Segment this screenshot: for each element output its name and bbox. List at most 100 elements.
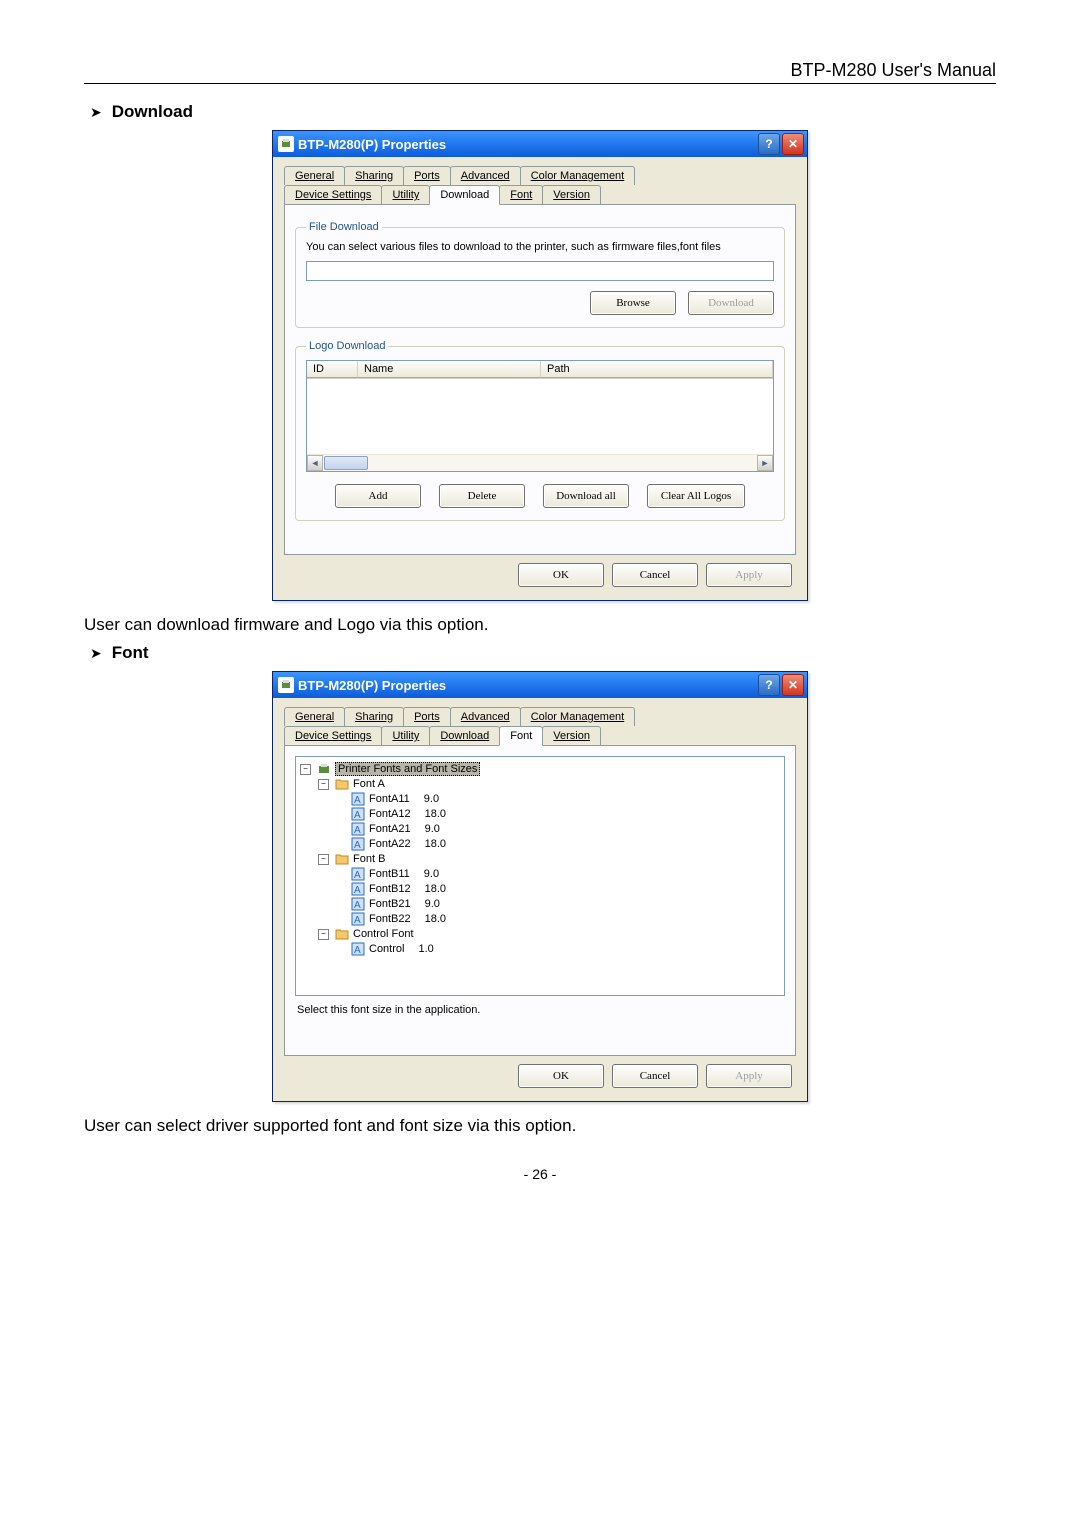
font-name: FontA22 xyxy=(369,838,411,850)
horizontal-scrollbar[interactable]: ◄ ► xyxy=(307,454,773,471)
tab-font[interactable]: Font xyxy=(499,185,543,204)
tree-font-b[interactable]: Font B xyxy=(353,853,385,865)
folder-icon xyxy=(335,852,349,866)
logo-download-legend: Logo Download xyxy=(306,340,388,352)
font-size: 9.0 xyxy=(425,823,440,835)
svg-text:A: A xyxy=(354,900,361,911)
close-button[interactable]: ✕ xyxy=(782,674,804,696)
tree-control-font[interactable]: Control Font xyxy=(353,928,414,940)
collapse-icon[interactable]: − xyxy=(318,929,329,940)
tree-font-a[interactable]: Font A xyxy=(353,778,385,790)
bullet-arrow-icon: ➤ xyxy=(90,104,102,121)
font-size: 18.0 xyxy=(425,883,446,895)
font-tree[interactable]: − Printer Fonts and Font Sizes − xyxy=(295,756,785,996)
download-button[interactable]: Download xyxy=(688,291,774,315)
tab-font[interactable]: Font xyxy=(499,726,543,746)
tab-utility[interactable]: Utility xyxy=(381,726,430,745)
font-icon: A xyxy=(351,807,365,821)
font-size: 9.0 xyxy=(425,898,440,910)
scroll-left-icon[interactable]: ◄ xyxy=(307,455,323,471)
font-icon: A xyxy=(351,912,365,926)
font-icon: A xyxy=(351,867,365,881)
page-header: BTP-M280 User's Manual xyxy=(84,60,996,84)
tab-general[interactable]: General xyxy=(284,707,345,726)
collapse-icon[interactable]: − xyxy=(300,764,311,775)
file-download-legend: File Download xyxy=(306,221,382,233)
file-download-group: File Download You can select various fil… xyxy=(295,221,785,328)
tree-font-item[interactable]: AFontB2218.0 xyxy=(336,912,780,926)
font-properties-dialog: BTP-M280(P) Properties ? ✕ General Shari… xyxy=(272,671,808,1102)
ok-button[interactable]: OK xyxy=(518,563,604,587)
tab-utility[interactable]: Utility xyxy=(381,185,430,204)
collapse-icon[interactable]: − xyxy=(318,779,329,790)
add-button[interactable]: Add xyxy=(335,484,421,508)
scroll-thumb[interactable] xyxy=(324,456,368,470)
col-path[interactable]: Path xyxy=(541,361,773,378)
font-size: 9.0 xyxy=(424,868,439,880)
download-all-button[interactable]: Download all xyxy=(543,484,629,508)
tab-advanced[interactable]: Advanced xyxy=(450,166,521,185)
font-size: 18.0 xyxy=(425,808,446,820)
titlebar: BTP-M280(P) Properties ? ✕ xyxy=(273,131,807,157)
download-desc-text: User can download firmware and Logo via … xyxy=(84,615,996,635)
help-button[interactable]: ? xyxy=(758,133,780,155)
font-name: FontB11 xyxy=(369,868,410,880)
ok-button[interactable]: OK xyxy=(518,1064,604,1088)
tree-font-item[interactable]: AFontA119.0 xyxy=(336,792,780,806)
svg-text:A: A xyxy=(354,810,361,821)
browse-button[interactable]: Browse xyxy=(590,291,676,315)
tab-ports[interactable]: Ports xyxy=(403,166,451,185)
dialog-title: BTP-M280(P) Properties xyxy=(298,137,758,152)
tab-color-management[interactable]: Color Management xyxy=(520,707,636,726)
tree-font-item[interactable]: AFontB1218.0 xyxy=(336,882,780,896)
section-font-heading: Font xyxy=(112,643,149,663)
tab-device-settings[interactable]: Device Settings xyxy=(284,726,382,745)
dialog-title: BTP-M280(P) Properties xyxy=(298,678,758,693)
font-icon: A xyxy=(351,897,365,911)
folder-icon xyxy=(335,777,349,791)
font-desc-text: User can select driver supported font an… xyxy=(84,1116,996,1136)
tab-download[interactable]: Download xyxy=(429,185,500,205)
tree-font-item[interactable]: A FontB11 9.0 xyxy=(336,867,780,881)
font-size: 18.0 xyxy=(425,913,446,925)
cancel-button[interactable]: Cancel xyxy=(612,563,698,587)
delete-button[interactable]: Delete xyxy=(439,484,525,508)
tab-ports[interactable]: Ports xyxy=(403,707,451,726)
close-button[interactable]: ✕ xyxy=(782,133,804,155)
logo-list[interactable]: ID Name Path ◄ ► xyxy=(306,360,774,472)
apply-button[interactable]: Apply xyxy=(706,563,792,587)
font-icon: A xyxy=(351,882,365,896)
tree-font-item[interactable]: AControl1.0 xyxy=(336,942,780,956)
printer-icon xyxy=(278,677,294,693)
font-desc: Select this font size in the application… xyxy=(295,996,785,1016)
tab-device-settings[interactable]: Device Settings xyxy=(284,185,382,204)
cancel-button[interactable]: Cancel xyxy=(612,1064,698,1088)
tab-version[interactable]: Version xyxy=(542,185,601,204)
file-path-input[interactable] xyxy=(306,261,774,281)
collapse-icon[interactable]: − xyxy=(318,854,329,865)
tab-sharing[interactable]: Sharing xyxy=(344,707,404,726)
tab-advanced[interactable]: Advanced xyxy=(450,707,521,726)
svg-text:A: A xyxy=(354,885,361,896)
tree-font-item[interactable]: A FontB21 9.0 xyxy=(336,897,780,911)
tree-font-item[interactable]: AFontA219.0 xyxy=(336,822,780,836)
svg-text:A: A xyxy=(354,945,361,956)
tab-download[interactable]: Download xyxy=(429,726,500,745)
font-name: FontA11 xyxy=(369,793,410,805)
file-download-desc: You can select various files to download… xyxy=(306,241,774,253)
help-button[interactable]: ? xyxy=(758,674,780,696)
col-name[interactable]: Name xyxy=(358,361,541,378)
scroll-right-icon[interactable]: ► xyxy=(757,455,773,471)
tab-general[interactable]: General xyxy=(284,166,345,185)
col-id[interactable]: ID xyxy=(307,361,358,378)
printer-icon xyxy=(278,136,294,152)
tab-version[interactable]: Version xyxy=(542,726,601,745)
font-name: FontB21 xyxy=(369,898,411,910)
apply-button[interactable]: Apply xyxy=(706,1064,792,1088)
tree-font-item[interactable]: AFontA2218.0 xyxy=(336,837,780,851)
tab-sharing[interactable]: Sharing xyxy=(344,166,404,185)
tree-root[interactable]: Printer Fonts and Font Sizes xyxy=(335,762,480,776)
tree-font-item[interactable]: AFontA1218.0 xyxy=(336,807,780,821)
tab-color-management[interactable]: Color Management xyxy=(520,166,636,185)
clear-all-logos-button[interactable]: Clear All Logos xyxy=(647,484,745,508)
